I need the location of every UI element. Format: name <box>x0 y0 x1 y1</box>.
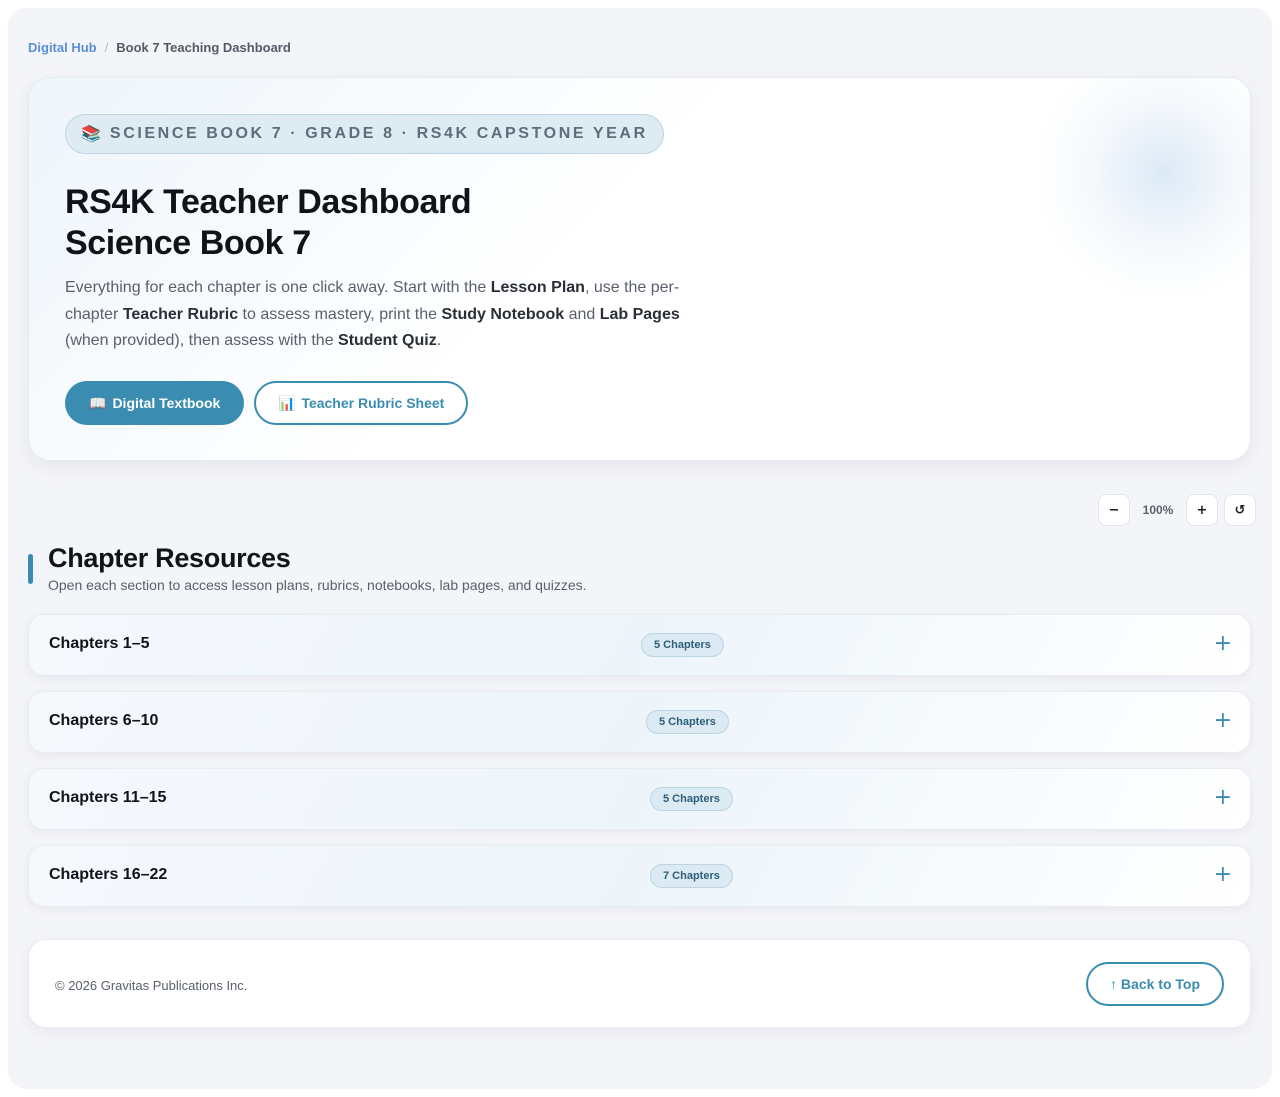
breadcrumb-home-link[interactable]: Digital Hub <box>28 40 97 55</box>
hero-card: 📚 SCIENCE BOOK 7 · GRADE 8 · RS4K CAPSTO… <box>28 77 1251 461</box>
chapter-count-badge: 7 Chapters <box>650 864 733 888</box>
section-subtitle: Open each section to access lesson plans… <box>48 577 587 593</box>
accordion-title: Chapters 6–10 <box>49 712 159 729</box>
page-container: Digital Hub / Book 7 Teaching Dashboard … <box>8 8 1272 1089</box>
desc-text-3: to assess mastery, print the <box>238 305 442 323</box>
digital-textbook-button[interactable]: 📖 Digital Textbook <box>65 381 245 425</box>
back-to-top-button[interactable]: ↑ Back to Top <box>1086 962 1224 1006</box>
section-title: Chapter Resources <box>48 543 291 573</box>
page-title-line2: Science Book 7 <box>65 224 311 262</box>
accordion-chapters-16-22[interactable]: Chapters 16–22 7 Chapters + <box>28 845 1251 907</box>
plus-icon[interactable]: + <box>1214 629 1232 659</box>
desc-study-notebook: Study Notebook <box>441 305 565 323</box>
desc-student-quiz: Student Quiz <box>338 332 437 349</box>
desc-teacher-rubric: Teacher Rubric <box>122 305 239 323</box>
open-book-icon: 📖 <box>89 394 107 411</box>
chapter-count-badge: 5 Chapters <box>646 710 729 734</box>
plus-icon[interactable]: + <box>1214 783 1232 813</box>
zoom-out-button[interactable]: − <box>1098 494 1130 526</box>
chapter-count-badge: 5 Chapters <box>650 787 733 811</box>
zoom-reset-button[interactable]: ↺ <box>1224 494 1256 526</box>
page-title: RS4K Teacher Dashboard Science Book 7 <box>65 182 472 264</box>
zoom-in-button[interactable]: + <box>1186 494 1218 526</box>
accordion-chapters-6-10[interactable]: Chapters 6–10 5 Chapters + <box>28 691 1251 753</box>
zoom-level: 100% <box>1142 503 1174 517</box>
desc-text-4: and <box>564 305 600 323</box>
section-accent-bar <box>28 554 33 584</box>
accordion-title: Chapters 11–15 <box>49 789 167 806</box>
accordion-chapters-1-5[interactable]: Chapters 1–5 5 Chapters + <box>28 614 1251 676</box>
bar-chart-icon: 📊 <box>278 394 296 411</box>
hero-badge-text: SCIENCE BOOK 7 · GRADE 8 · RS4K CAPSTONE… <box>109 125 648 142</box>
accordion-title: Chapters 16–22 <box>49 866 168 883</box>
chapter-count-badge: 5 Chapters <box>641 633 724 657</box>
page-title-line1: RS4K Teacher Dashboard <box>65 183 472 221</box>
teacher-rubric-sheet-label: Teacher Rubric Sheet <box>301 395 445 411</box>
teacher-rubric-sheet-button[interactable]: 📊 Teacher Rubric Sheet <box>254 381 469 425</box>
zoom-controls: − 100% + ↺ <box>1098 494 1256 526</box>
desc-lesson-plan: Lesson Plan <box>490 279 585 296</box>
desc-text-1: Everything for each chapter is one click… <box>65 279 491 296</box>
accordion-title: Chapters 1–5 <box>49 635 150 652</box>
hero-description: Everything for each chapter is one click… <box>65 275 705 355</box>
desc-lab-pages: Lab Pages <box>599 305 680 323</box>
accordion-chapters-11-15[interactable]: Chapters 11–15 5 Chapters + <box>28 768 1251 830</box>
footer: © 2026 Gravitas Publications Inc. ↑ Back… <box>28 939 1251 1028</box>
breadcrumb: Digital Hub / Book 7 Teaching Dashboard <box>28 40 291 55</box>
breadcrumb-current: Book 7 Teaching Dashboard <box>116 40 291 55</box>
desc-text-5: (when provided), then assess with the <box>65 332 339 349</box>
books-icon: 📚 <box>81 126 101 143</box>
plus-icon[interactable]: + <box>1214 706 1232 736</box>
desc-text-6: . <box>436 332 442 349</box>
footer-copyright: © 2026 Gravitas Publications Inc. <box>55 978 248 993</box>
hero-badge: 📚 SCIENCE BOOK 7 · GRADE 8 · RS4K CAPSTO… <box>65 114 664 154</box>
digital-textbook-label: Digital Textbook <box>112 395 221 411</box>
plus-icon[interactable]: + <box>1214 860 1232 890</box>
reset-icon: ↺ <box>1234 502 1246 518</box>
breadcrumb-separator: / <box>104 40 109 55</box>
